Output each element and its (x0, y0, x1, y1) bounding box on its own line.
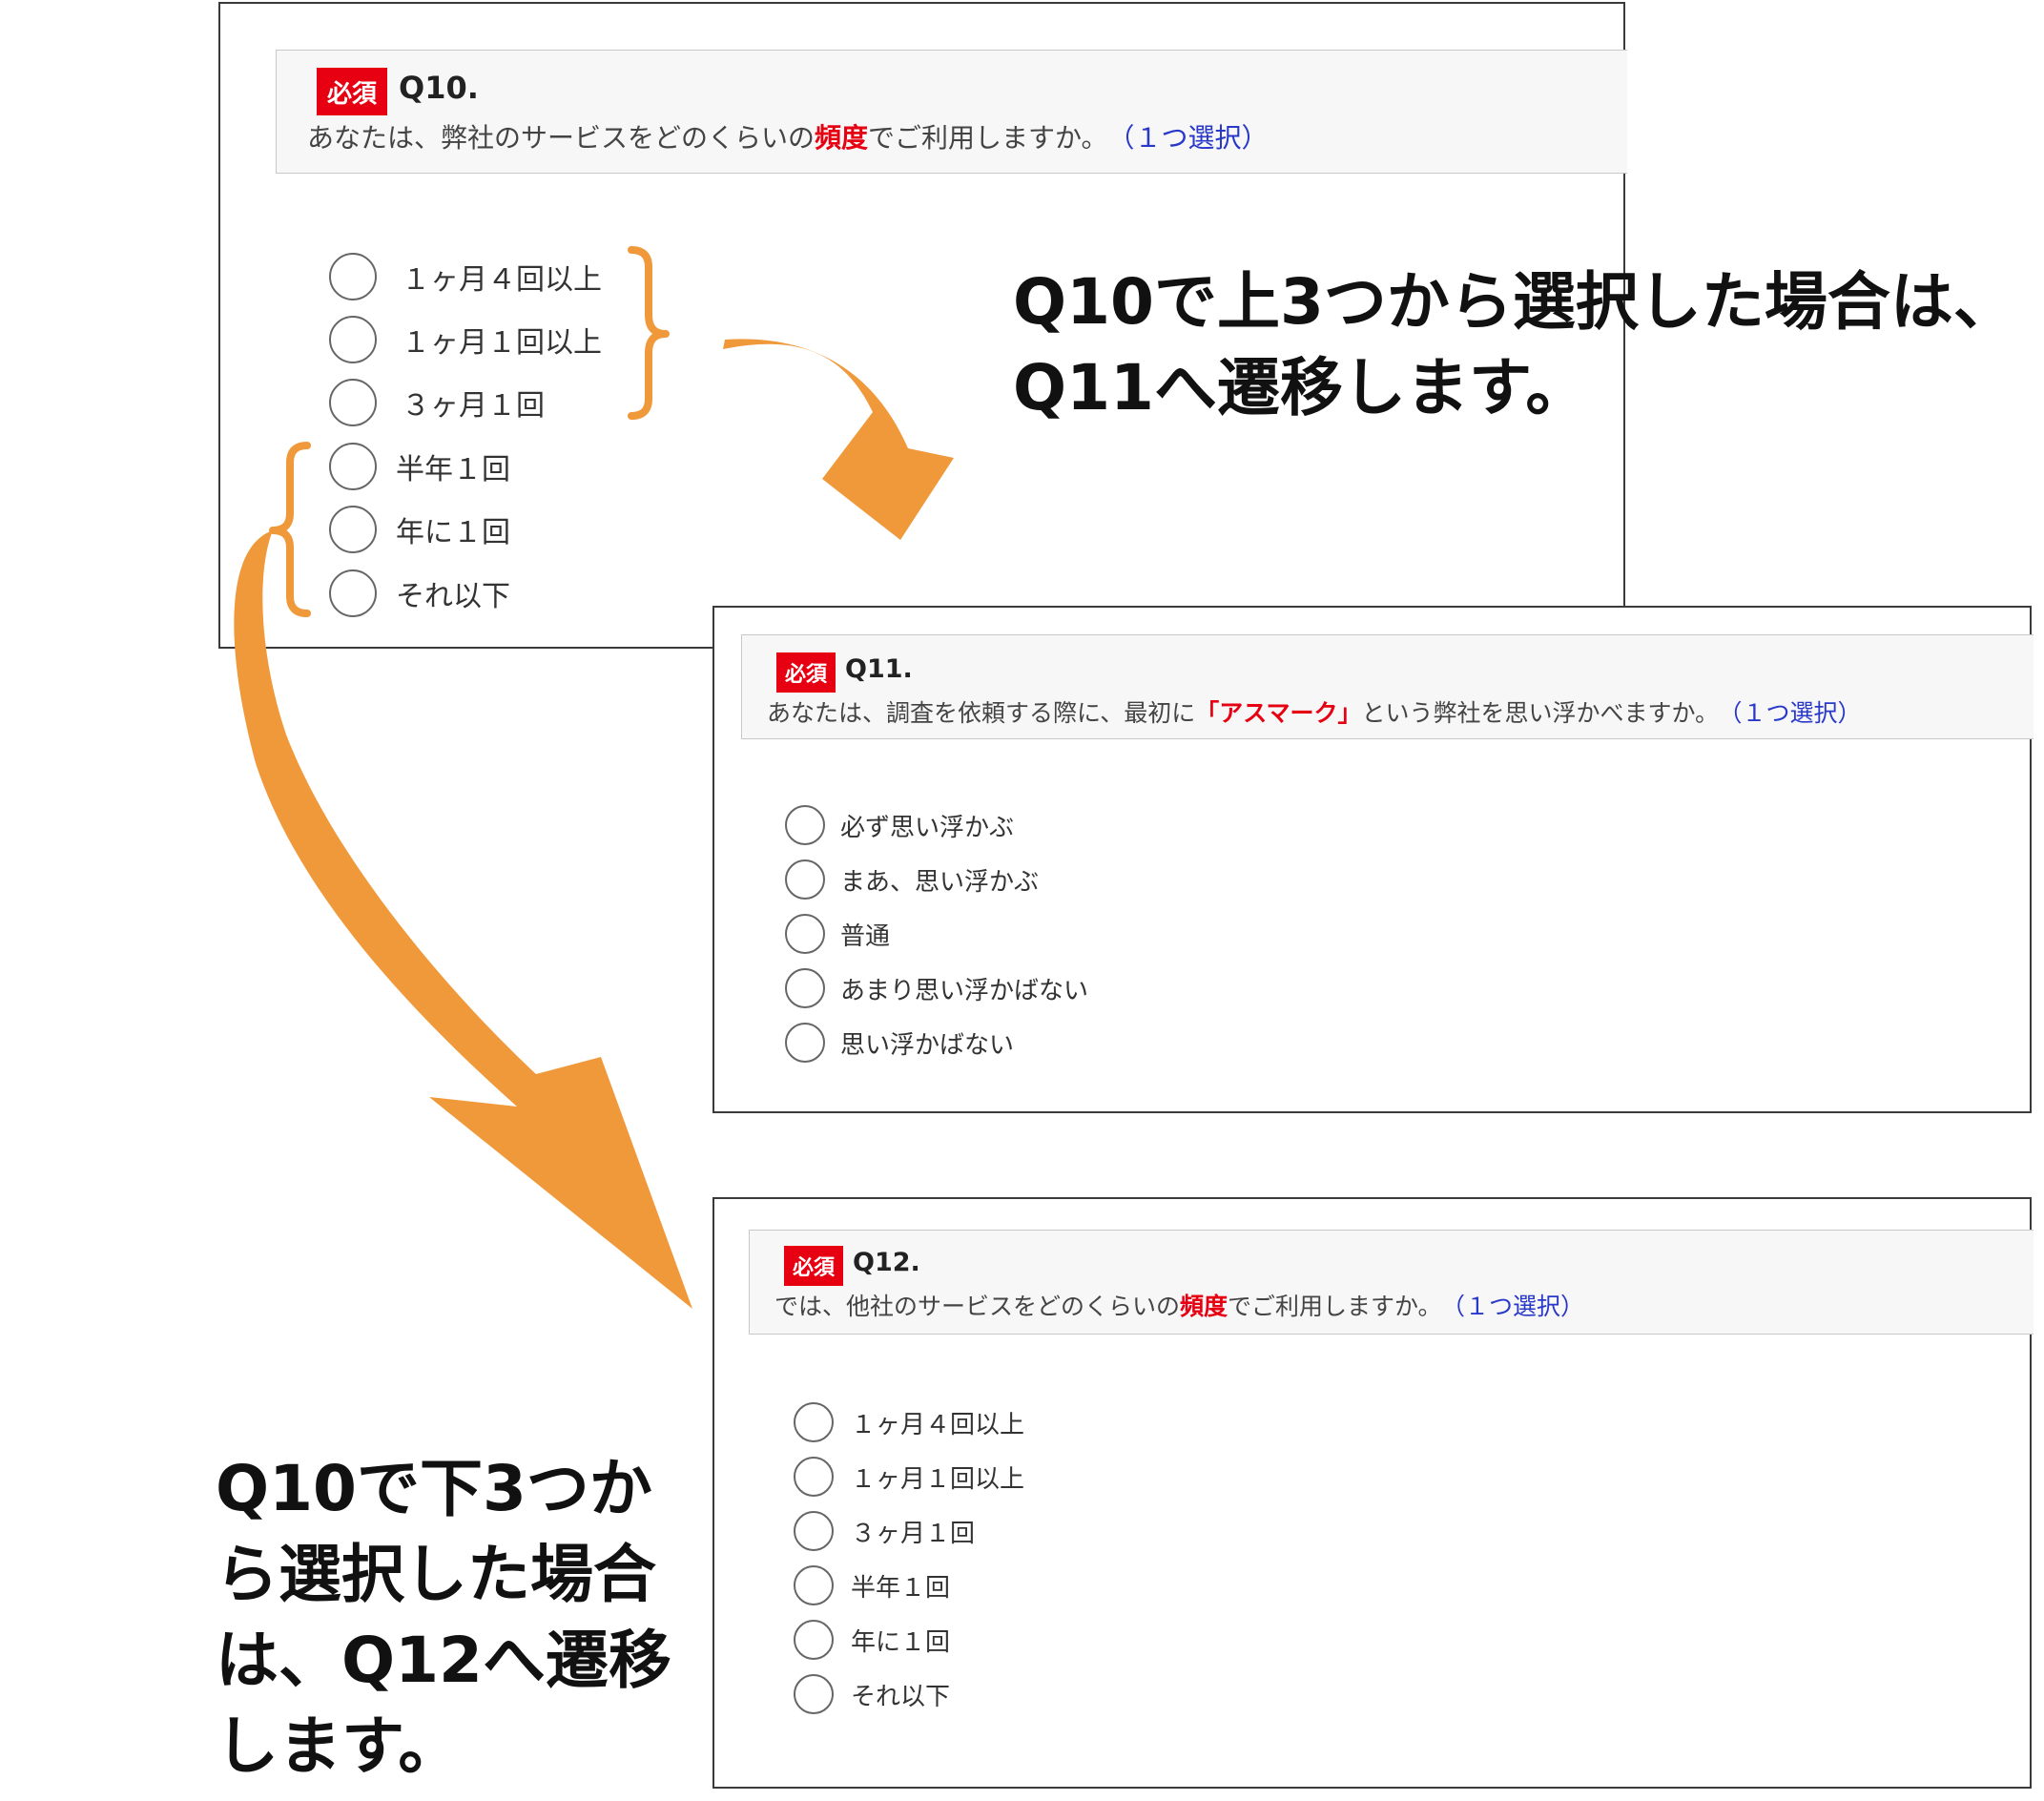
callout-bottom-line: Q10で下3つか (216, 1452, 652, 1525)
callout-top-line: Q10で上3つから選択した場合は、 (1013, 265, 2016, 339)
callout-top: Q10で上3つから選択した場合は、 Q11へ遷移します。 (1013, 259, 2016, 431)
callout-bottom: Q10で下3つか ら選択した場合 は、Q12へ遷移 します。 (216, 1446, 671, 1790)
callout-top-line: Q11へ遷移します。 (1013, 351, 1589, 424)
bottom-options-bracket (269, 442, 311, 617)
callout-bottom-line: ら選択した場合 (216, 1538, 656, 1611)
callout-bottom-line: します。 (216, 1709, 462, 1783)
arrow-to-q12 (234, 530, 692, 1309)
top-options-bracket (628, 246, 670, 420)
arrow-to-q11 (723, 339, 954, 540)
callout-bottom-line: は、Q12へ遷移 (216, 1624, 671, 1697)
